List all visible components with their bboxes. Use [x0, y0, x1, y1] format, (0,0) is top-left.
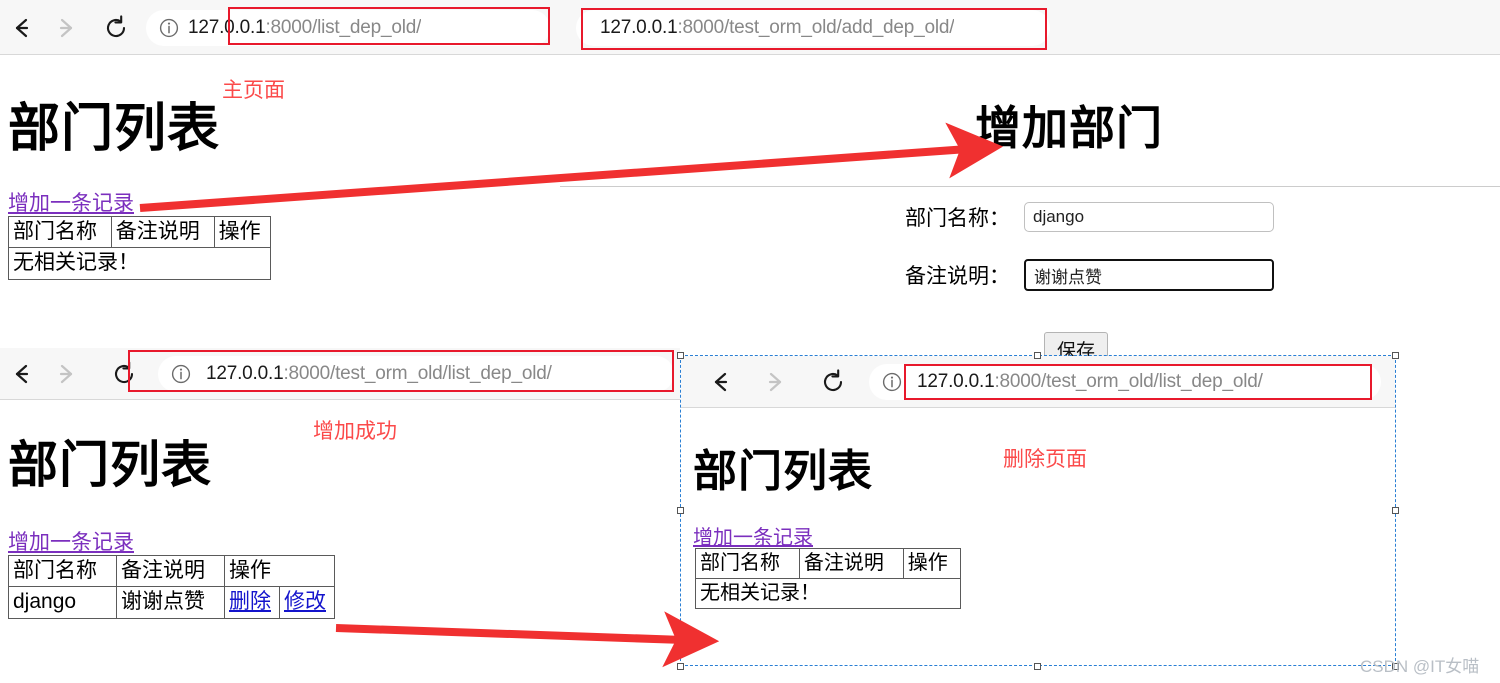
address-bar-top-left[interactable]: 127.0.0.1:8000/list_dep_old/: [146, 9, 550, 46]
info-icon[interactable]: [168, 361, 194, 387]
annotation-main-page: 主页面: [222, 79, 285, 102]
page-title: 部门列表: [8, 436, 212, 494]
cell-delete: 删除: [224, 586, 280, 619]
cell-edit: 修改: [279, 586, 335, 619]
table-empty-row: 无相关记录！: [8, 247, 271, 280]
selection-handle-bottom-left[interactable]: [677, 663, 684, 670]
department-table: 部门名称 备注说明 操作 django 谢谢点赞 删除 修改: [8, 554, 335, 619]
back-button[interactable]: [0, 6, 44, 50]
selection-box[interactable]: [680, 355, 1396, 666]
add-record-link[interactable]: 增加一条记录: [8, 526, 134, 556]
delete-link[interactable]: 删除: [229, 590, 271, 613]
column-header-operation: 操作: [224, 554, 335, 588]
page-title-add: 增加部门: [975, 101, 1163, 155]
forward-arrow-icon: [51, 359, 81, 389]
dep-name-input[interactable]: [1024, 202, 1274, 232]
annotation-add-success: 增加成功: [313, 420, 397, 443]
column-header-note: 备注说明: [116, 554, 225, 588]
cell-note: 谢谢点赞: [116, 586, 225, 619]
reload-icon: [101, 13, 131, 43]
column-header-note: 备注说明: [110, 215, 215, 249]
department-table: 部门名称 备注说明 操作 无相关记录！: [8, 215, 272, 280]
url-text-top-right: 127.0.0.1:8000/test_orm_old/add_dep_old/: [600, 16, 955, 38]
page-add-department: 增加部门 部门名称： 备注说明： 保存: [560, 56, 1500, 369]
column-header-dep-name: 部门名称: [8, 554, 117, 588]
back-arrow-icon: [7, 359, 37, 389]
edit-link[interactable]: 修改: [284, 590, 326, 613]
back-button[interactable]: [0, 352, 44, 396]
forward-button[interactable]: [44, 352, 88, 396]
table-header-row: 部门名称 备注说明 操作: [8, 554, 335, 588]
watermark: CSDN @IT女喵: [1360, 657, 1480, 676]
browser-chrome-top-left: 127.0.0.1:8000/list_dep_old/: [0, 0, 560, 55]
note-input[interactable]: [1024, 259, 1274, 291]
info-icon[interactable]: [156, 15, 182, 41]
browser-chrome-top-right: 127.0.0.1:8000/test_orm_old/add_dep_old/: [560, 0, 1500, 55]
selection-handle-middle-right[interactable]: [1392, 507, 1399, 514]
selection-handle-middle-left[interactable]: [677, 507, 684, 514]
address-bar-mid-left[interactable]: 127.0.0.1:8000/test_orm_old/list_dep_old…: [158, 356, 674, 392]
address-bar-top-right[interactable]: 127.0.0.1:8000/test_orm_old/add_dep_old/: [576, 9, 1050, 46]
reload-button[interactable]: [94, 6, 138, 50]
column-header-dep-name: 部门名称: [8, 215, 112, 249]
add-record-link[interactable]: 增加一条记录: [8, 187, 134, 217]
table-header-row: 部门名称 备注说明 操作: [8, 215, 272, 249]
selection-handle-bottom-center[interactable]: [1034, 663, 1041, 670]
page-title: 部门列表: [8, 99, 221, 159]
dep-name-label: 部门名称：: [905, 207, 1010, 230]
chrome-divider: [560, 54, 1500, 55]
url-text-mid-left: 127.0.0.1:8000/test_orm_old/list_dep_old…: [206, 363, 552, 384]
chrome-divider: [0, 54, 560, 55]
selection-handle-top-right[interactable]: [1392, 352, 1399, 359]
reload-button[interactable]: [102, 352, 146, 396]
forward-button[interactable]: [44, 6, 88, 50]
back-arrow-icon: [7, 13, 37, 43]
chrome-divider: [0, 399, 680, 400]
reload-icon: [109, 359, 139, 389]
note-label: 备注说明：: [905, 265, 1010, 288]
cell-dep-name: django: [8, 586, 117, 619]
column-header-operation: 操作: [213, 215, 272, 249]
empty-message: 无相关记录！: [8, 247, 271, 280]
selection-handle-top-center[interactable]: [1034, 352, 1041, 359]
url-text-top-left: 127.0.0.1:8000/list_dep_old/: [188, 16, 422, 38]
table-row: django 谢谢点赞 删除 修改: [8, 586, 335, 619]
browser-chrome-mid-left: 127.0.0.1:8000/test_orm_old/list_dep_old…: [0, 348, 680, 400]
forward-arrow-icon: [51, 13, 81, 43]
selection-handle-top-left[interactable]: [677, 352, 684, 359]
form-row-note: 备注说明：: [905, 259, 1274, 291]
form-row-dep-name: 部门名称：: [905, 202, 1274, 232]
form-divider: [560, 186, 1500, 187]
